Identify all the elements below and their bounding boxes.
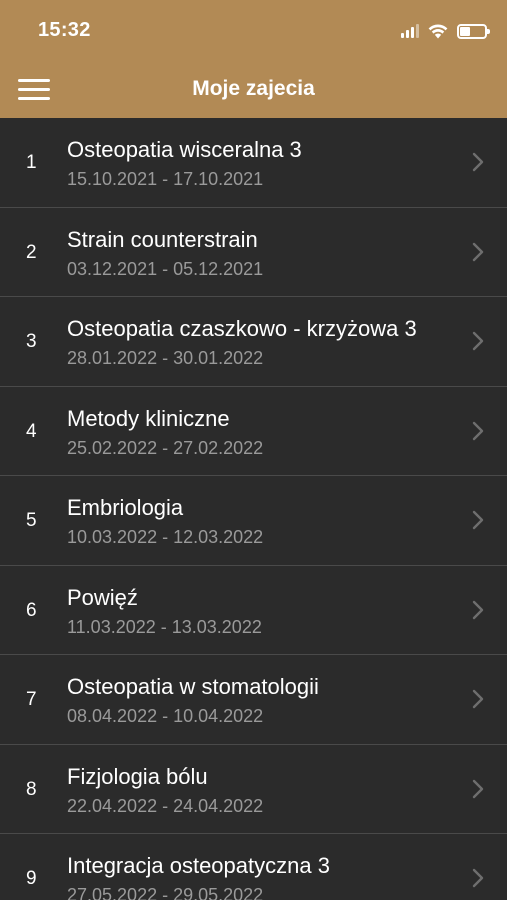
- chevron-right-icon: [471, 689, 485, 709]
- course-list: 1 Osteopatia wisceralna 3 15.10.2021 - 17.…: [0, 118, 507, 900]
- item-number: 1: [26, 152, 37, 173]
- list-item[interactable]: 8 Fizjologia bólu 22.04.2022 - 24.04.2022: [0, 745, 507, 834]
- item-number: 6: [26, 599, 37, 621]
- chevron-right-icon: [471, 510, 485, 530]
- list-item[interactable]: 4 Metody kliniczne 25.02.2022 - 27.02.2022: [0, 387, 507, 476]
- status-icons: [401, 20, 490, 42]
- item-number: 2: [26, 241, 37, 263]
- item-title: Fizjologia bólu: [67, 763, 208, 789]
- signal-icon: [401, 24, 419, 38]
- item-title: Osteopatia czaszkowo - krzyżowa 3: [67, 316, 417, 341]
- item-title: Powięź: [67, 584, 138, 610]
- item-title: Metody kliniczne: [67, 405, 230, 431]
- item-title: Integracja osteopatyczna 3: [67, 853, 330, 878]
- list-item[interactable]: 9 Integracja osteopatyczna 3 27.05.2022 - …: [0, 834, 507, 900]
- item-dates: 10.03.2022 - 12.03.2022: [67, 527, 264, 547]
- page-title: Moje zajecia: [192, 77, 315, 100]
- nav-bar: Moje zajecia: [0, 60, 507, 118]
- chevron-right-icon: [471, 152, 485, 172]
- list-item[interactable]: 6 Powięź 11.03.2022 - 13.03.2022: [0, 566, 507, 655]
- item-number: 4: [26, 420, 37, 442]
- wifi-icon: [428, 24, 448, 39]
- item-dates: 28.01.2022 - 30.01.2022: [67, 348, 264, 368]
- item-dates: 22.04.2022 - 24.04.2022: [67, 795, 264, 816]
- item-dates: 27.05.2022 - 29.05.2022: [67, 885, 264, 900]
- status-time: 15:32: [38, 19, 91, 41]
- chevron-right-icon: [471, 868, 485, 888]
- list-item[interactable]: 2 Strain counterstrain 03.12.2021 - 05.12.…: [0, 208, 507, 297]
- item-dates: 11.03.2022 - 13.03.2022: [67, 616, 262, 637]
- chevron-right-icon: [471, 242, 485, 262]
- item-number: 7: [26, 689, 37, 710]
- chevron-right-icon: [471, 421, 485, 441]
- battery-icon: [457, 23, 490, 39]
- chevron-right-icon: [471, 331, 485, 351]
- app-header: 15:32 Moje zajecia: [0, 0, 507, 118]
- item-title: Embriologia: [67, 495, 184, 520]
- status-bar: 15:32: [0, 0, 507, 60]
- item-title: Strain counterstrain: [67, 226, 258, 252]
- chevron-right-icon: [471, 600, 485, 620]
- item-number: 3: [26, 331, 37, 352]
- list-item[interactable]: 7 Osteopatia w stomatologii 08.04.2022 - 1…: [0, 655, 507, 745]
- list-item[interactable]: 3 Osteopatia czaszkowo - krzyżowa 3 28.01.…: [0, 297, 507, 387]
- item-dates: 08.04.2022 - 10.04.2022: [67, 706, 264, 726]
- item-number: 5: [26, 510, 37, 531]
- item-number: 8: [26, 778, 37, 800]
- item-dates: 25.02.2022 - 27.02.2022: [67, 437, 264, 458]
- chevron-right-icon: [471, 779, 485, 799]
- list-item[interactable]: 1 Osteopatia wisceralna 3 15.10.2021 - 17.…: [0, 118, 507, 208]
- list-item[interactable]: 5 Embriologia 10.03.2022 - 12.03.2022: [0, 476, 507, 566]
- item-title: Osteopatia w stomatologii: [67, 674, 319, 699]
- item-dates: 03.12.2021 - 05.12.2021: [67, 258, 264, 279]
- item-dates: 15.10.2021 - 17.10.2021: [67, 169, 264, 189]
- item-number: 9: [26, 868, 37, 889]
- item-title: Osteopatia wisceralna 3: [67, 137, 302, 162]
